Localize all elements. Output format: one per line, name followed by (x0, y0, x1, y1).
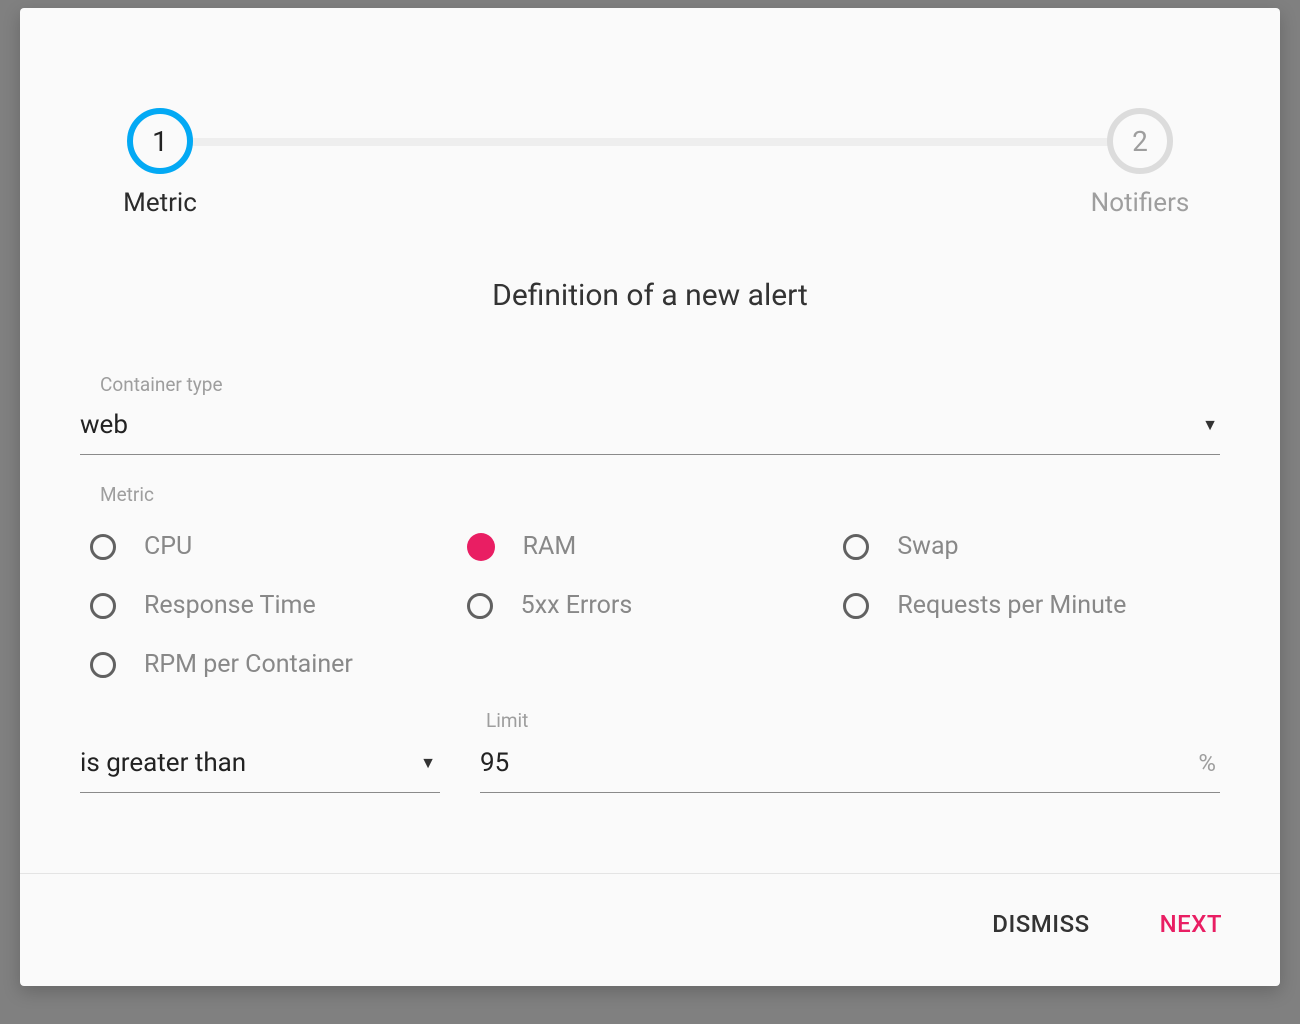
container-type-field: Container type web ▼ (80, 373, 1220, 455)
radio-swap[interactable]: Swap (843, 532, 1220, 561)
radio-icon (843, 593, 869, 619)
radio-label: CPU (144, 532, 192, 561)
chevron-down-icon: ▼ (1202, 415, 1218, 435)
container-type-value: web (80, 410, 128, 440)
radio-icon (90, 593, 116, 619)
chevron-down-icon: ▼ (420, 753, 436, 773)
stepper-line (190, 138, 1110, 146)
step-number: 2 (1107, 108, 1173, 174)
step-notifiers[interactable]: 2 Notifiers (1080, 108, 1200, 218)
step-label: Metric (123, 188, 197, 218)
modal-footer: DISMISS NEXT (20, 873, 1280, 986)
step-label: Notifiers (1091, 188, 1190, 218)
limit-input[interactable] (480, 748, 1142, 778)
radio-label: 5xx Errors (521, 591, 633, 620)
step-number: 1 (127, 108, 193, 174)
alert-definition-modal: 1 Metric 2 Notifiers Definition of a new… (20, 8, 1280, 986)
radio-5xx-errors[interactable]: 5xx Errors (467, 591, 844, 620)
radio-label: Swap (897, 532, 958, 561)
dismiss-button[interactable]: DISMISS (982, 904, 1099, 944)
operator-select[interactable]: is greater than ▼ (80, 738, 440, 793)
limit-label: Limit (480, 709, 1220, 732)
metric-label: Metric (80, 483, 1220, 506)
limit-field: Limit % (480, 709, 1220, 793)
radio-ram[interactable]: RAM (467, 532, 844, 561)
metric-radio-group: CPU RAM Swap Response Time 5xx Errors (80, 512, 1220, 699)
next-button[interactable]: NEXT (1150, 904, 1232, 944)
radio-icon (90, 534, 116, 560)
radio-label: RAM (523, 532, 577, 561)
radio-icon (467, 533, 495, 561)
modal-heading: Definition of a new alert (80, 278, 1220, 313)
radio-requests-per-minute[interactable]: Requests per Minute (843, 591, 1220, 620)
radio-cpu[interactable]: CPU (90, 532, 467, 561)
radio-label: Requests per Minute (897, 591, 1126, 620)
radio-label: RPM per Container (144, 650, 353, 679)
modal-body: 1 Metric 2 Notifiers Definition of a new… (20, 8, 1280, 833)
container-type-select[interactable]: web ▼ (80, 402, 1220, 455)
condition-row: is greater than ▼ Limit % (80, 709, 1220, 793)
limit-unit: % (1198, 749, 1216, 777)
container-type-label: Container type (80, 373, 1220, 396)
radio-rpm-per-container[interactable]: RPM per Container (90, 650, 467, 679)
stepper: 1 Metric 2 Notifiers (100, 108, 1200, 218)
radio-response-time[interactable]: Response Time (90, 591, 467, 620)
metric-field: Metric CPU RAM Swap Response Time (80, 483, 1220, 699)
radio-label: Response Time (144, 591, 316, 620)
radio-icon (467, 593, 493, 619)
radio-icon (90, 652, 116, 678)
radio-icon (843, 534, 869, 560)
operator-value: is greater than (80, 748, 246, 778)
limit-input-wrap: % (480, 738, 1220, 793)
step-metric[interactable]: 1 Metric (100, 108, 220, 218)
